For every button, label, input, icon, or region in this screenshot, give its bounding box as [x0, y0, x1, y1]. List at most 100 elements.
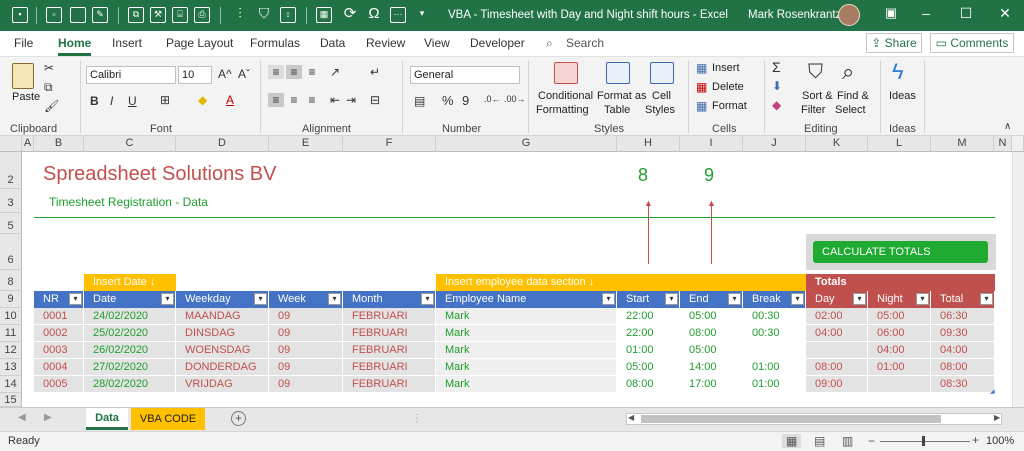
clear-icon[interactable]: ◆: [772, 98, 781, 112]
format-cells-icon[interactable]: ▦: [696, 99, 707, 113]
sort-filter-icon[interactable]: ⛉: [808, 61, 823, 84]
more-icon[interactable]: ⋯: [390, 7, 406, 23]
ideas-button[interactable]: Ideas: [889, 90, 916, 102]
filter-dropdown-icon[interactable]: ▾: [161, 293, 174, 305]
tab-page-layout[interactable]: Page Layout: [166, 36, 233, 50]
cell-month[interactable]: FEBRUARI: [343, 342, 436, 359]
column-header-e[interactable]: E: [269, 136, 343, 152]
cell-week[interactable]: 09: [269, 342, 343, 359]
format-as-table-icon[interactable]: [606, 62, 630, 84]
scroll-right-icon[interactable]: ▶: [994, 413, 1000, 422]
cut-icon[interactable]: ✂: [44, 61, 54, 75]
wrap-text-icon[interactable]: ↵: [370, 65, 380, 79]
zoom-out-button[interactable]: −: [868, 434, 875, 448]
cell-nr[interactable]: 0001: [34, 308, 84, 325]
cell-total[interactable]: 08:30: [931, 376, 995, 393]
tab-data[interactable]: Data: [320, 36, 345, 50]
minimize-icon[interactable]: –: [917, 5, 935, 25]
cell-date[interactable]: 28/02/2020: [84, 376, 176, 393]
ribbon-display-icon[interactable]: ▣: [882, 5, 900, 25]
save-icon[interactable]: ▪: [12, 7, 28, 23]
align-top-icon[interactable]: ≡: [268, 65, 284, 79]
header-day[interactable]: Day ▾: [806, 291, 868, 308]
cell-date[interactable]: 26/02/2020: [84, 342, 176, 359]
cell-day[interactable]: 08:00: [806, 359, 868, 376]
insert-cells-button[interactable]: Insert: [712, 62, 740, 74]
cell-break[interactable]: 00:30: [743, 308, 806, 325]
filter-dropdown-icon[interactable]: ▾: [665, 293, 678, 305]
font-name-select[interactable]: Calibri: [86, 66, 176, 84]
paste-icon[interactable]: [12, 63, 34, 89]
sort-icon[interactable]: ↕: [280, 7, 296, 23]
cell-total[interactable]: 04:00: [931, 342, 995, 359]
tab-view[interactable]: View: [424, 36, 450, 50]
cell-end[interactable]: 14:00: [680, 359, 743, 376]
close-icon[interactable]: ✕: [996, 5, 1014, 25]
page-layout-view-icon[interactable]: ▤: [814, 434, 825, 448]
ideas-icon[interactable]: ϟ: [892, 59, 904, 85]
cell-break[interactable]: 00:30: [743, 325, 806, 342]
cell-total[interactable]: 06:30: [931, 308, 995, 325]
cell-week[interactable]: 09: [269, 359, 343, 376]
cell-start[interactable]: 01:00: [617, 342, 680, 359]
autosum-button[interactable]: Σ: [772, 59, 781, 75]
next-sheet-icon[interactable]: ▶: [44, 412, 52, 423]
add-sheet-icon[interactable]: +: [231, 411, 246, 426]
cell-end[interactable]: 17:00: [680, 376, 743, 393]
cell-weekday[interactable]: DINSDAG: [176, 325, 269, 342]
cell-end[interactable]: 05:00: [680, 342, 743, 359]
currency-icon[interactable]: ▤: [414, 94, 425, 108]
filter-dropdown-icon[interactable]: ▾: [328, 293, 341, 305]
row-header-14[interactable]: 14: [0, 376, 22, 393]
font-color-icon[interactable]: A: [226, 93, 234, 107]
paste-label[interactable]: Paste: [12, 91, 40, 103]
scrollbar-thumb[interactable]: [641, 415, 941, 423]
user-name[interactable]: Mark Rosenkrantz: [748, 9, 841, 21]
header-night[interactable]: Night ▾: [868, 291, 931, 308]
worksheet[interactable]: A B C D E F G H I J K L M N 2 3 5 6 8 9 …: [0, 136, 1024, 407]
select-all-corner[interactable]: [0, 136, 22, 152]
filter-dropdown-icon[interactable]: ▾: [791, 293, 804, 305]
tab-home[interactable]: Home: [58, 36, 92, 56]
print-icon[interactable]: ⎙: [194, 7, 210, 23]
bold-button[interactable]: B: [90, 94, 99, 108]
column-header-a[interactable]: A: [22, 136, 34, 152]
column-header-h[interactable]: H: [617, 136, 680, 152]
cell-weekday[interactable]: VRIJDAG: [176, 376, 269, 393]
align-left-icon[interactable]: ≡: [268, 93, 284, 107]
filter-dropdown-icon[interactable]: ▾: [421, 293, 434, 305]
cell-day[interactable]: [806, 342, 868, 359]
row-header-11[interactable]: 11: [0, 325, 22, 342]
calculate-totals-button[interactable]: CALCULATE TOTALS: [813, 241, 988, 263]
border-icon[interactable]: ⊞: [160, 93, 170, 107]
cell-month[interactable]: FEBRUARI: [343, 325, 436, 342]
filter-icon[interactable]: ⛉: [256, 6, 272, 23]
customize-icon[interactable]: ▾: [414, 7, 430, 23]
filter-dropdown-icon[interactable]: ▾: [728, 293, 741, 305]
cell-week[interactable]: 09: [269, 308, 343, 325]
avatar[interactable]: [838, 4, 860, 26]
cell-month[interactable]: FEBRUARI: [343, 376, 436, 393]
outdent-icon[interactable]: ⇥: [346, 93, 356, 107]
comma-button[interactable]: 9: [462, 93, 469, 108]
cell-day[interactable]: 02:00: [806, 308, 868, 325]
cell-employee[interactable]: Mark: [436, 308, 617, 325]
column-header-i[interactable]: I: [680, 136, 743, 152]
cell-nr[interactable]: 0003: [34, 342, 84, 359]
italic-button[interactable]: I: [110, 94, 113, 108]
cell-night[interactable]: [868, 376, 931, 393]
header-break[interactable]: Break ▾: [743, 291, 806, 308]
normal-view-icon[interactable]: ▦: [782, 434, 802, 448]
header-month[interactable]: Month ▾: [343, 291, 436, 308]
delete-cells-button[interactable]: Delete: [712, 81, 744, 93]
fill-color-icon[interactable]: ◆: [198, 93, 207, 107]
row-header-9[interactable]: 9: [0, 291, 22, 308]
orientation-icon[interactable]: ↗: [330, 65, 340, 79]
column-header-k[interactable]: K: [806, 136, 868, 152]
conditional-label-1[interactable]: Conditional: [538, 90, 593, 102]
format-table-label-1[interactable]: Format as: [597, 90, 647, 102]
conditional-label-2[interactable]: Formatting: [536, 104, 589, 116]
cell-start[interactable]: 08:00: [617, 376, 680, 393]
search-icon[interactable]: ⌕: [546, 36, 553, 51]
cell-nr[interactable]: 0002: [34, 325, 84, 342]
